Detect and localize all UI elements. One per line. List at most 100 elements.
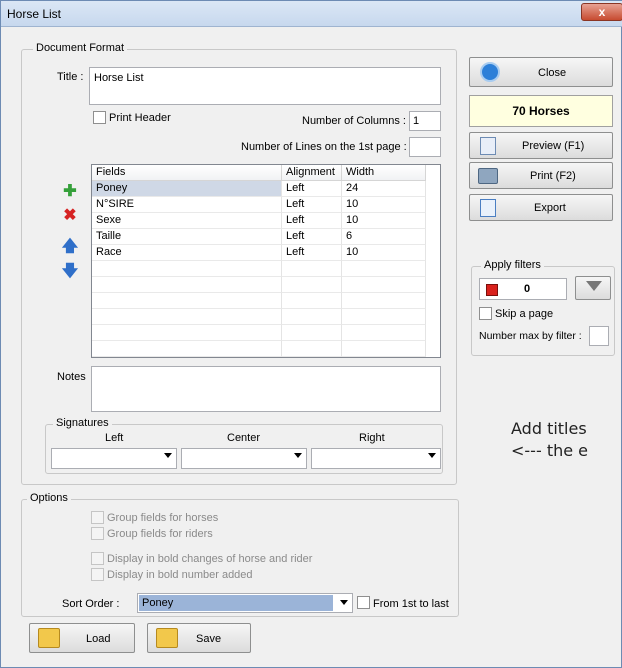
print-label: Print (F2) (530, 170, 576, 182)
grid-empty-row[interactable] (282, 325, 342, 341)
fields-grid[interactable]: Fields Alignment Width Poney Left 24 N°S… (91, 164, 441, 358)
grid-cell-alignment[interactable]: Left (282, 197, 342, 213)
grid-empty-row[interactable] (342, 341, 426, 357)
grid-cell-field[interactable]: Taille (92, 229, 282, 245)
grid-empty-row[interactable] (342, 325, 426, 341)
grid-empty-row[interactable] (342, 261, 426, 277)
grid-cell-width[interactable]: 10 (342, 245, 426, 261)
grid-header-fields[interactable]: Fields (92, 165, 282, 181)
add-field-icon[interactable]: ✚ (61, 183, 79, 201)
bold-number-label: Display in bold number added (107, 569, 253, 581)
max-by-filter-input[interactable] (589, 326, 609, 346)
print-button[interactable]: Print (F2) (469, 162, 613, 189)
horses-count-badge: 70 Horses (469, 95, 613, 127)
grid-cell-field[interactable]: Poney (92, 181, 282, 197)
funnel-icon (586, 281, 602, 291)
move-down-icon[interactable]: 🡇 (61, 263, 79, 281)
skip-page-label: Skip a page (495, 308, 554, 320)
options-legend: Options (27, 492, 71, 504)
sort-order-value: Poney (139, 595, 333, 611)
grid-empty-row[interactable] (282, 293, 342, 309)
filter-count-value: 0 (524, 283, 531, 295)
printer-icon (478, 168, 498, 184)
grid-cell-alignment[interactable]: Left (282, 181, 342, 197)
annotation-line-1: Add titles (511, 419, 587, 438)
load-button[interactable]: Load (29, 623, 135, 653)
grid-header-width[interactable]: Width (342, 165, 426, 181)
magnifier-icon (480, 137, 496, 155)
preview-button[interactable]: Preview (F1) (469, 132, 613, 159)
chevron-down-icon (428, 453, 436, 458)
grid-cell-width[interactable]: 24 (342, 181, 426, 197)
grid-empty-row[interactable] (92, 309, 282, 325)
delete-field-icon[interactable]: ✖ (61, 207, 79, 225)
from-first-label: From 1st to last (373, 598, 449, 610)
move-up-icon[interactable]: 🡅 (61, 238, 79, 256)
power-icon (480, 62, 500, 82)
grid-empty-row[interactable] (342, 309, 426, 325)
grid-cell-alignment[interactable]: Left (282, 213, 342, 229)
num-lines-input[interactable] (409, 137, 441, 157)
bold-number-checkbox[interactable] (91, 568, 104, 581)
max-by-filter-label: Number max by filter : (479, 330, 582, 342)
grid-empty-row[interactable] (282, 341, 342, 357)
num-columns-label: Number of Columns : (302, 115, 406, 127)
export-button[interactable]: Export (469, 194, 613, 221)
title-bar: Horse List x (1, 1, 622, 27)
signatures-legend: Signatures (53, 417, 112, 429)
grid-empty-row[interactable] (92, 325, 282, 341)
notes-label: Notes (57, 371, 86, 383)
bold-changes-checkbox[interactable] (91, 552, 104, 565)
grid-empty-row[interactable] (342, 293, 426, 309)
apply-filters-legend: Apply filters (481, 259, 544, 271)
filter-color-swatch (486, 284, 498, 296)
grid-cell-alignment[interactable]: Left (282, 245, 342, 261)
grid-empty-row[interactable] (92, 293, 282, 309)
grid-cell-width[interactable]: 10 (342, 197, 426, 213)
grid-cell-width[interactable]: 10 (342, 213, 426, 229)
notes-input[interactable] (91, 366, 441, 412)
group-riders-checkbox[interactable] (91, 527, 104, 540)
bold-changes-label: Display in bold changes of horse and rid… (107, 553, 313, 565)
grid-empty-row[interactable] (342, 277, 426, 293)
grid-empty-row[interactable] (282, 277, 342, 293)
window-title: Horse List (7, 7, 62, 21)
chevron-down-icon (164, 453, 172, 458)
signature-center-label: Center (227, 432, 261, 444)
title-label: Title : (57, 71, 84, 83)
signature-left-select[interactable] (51, 448, 177, 469)
from-first-checkbox[interactable] (357, 596, 370, 609)
document-format-legend: Document Format (33, 42, 128, 54)
filter-button[interactable] (575, 276, 611, 300)
close-label: Close (538, 67, 567, 79)
grid-empty-row[interactable] (282, 309, 342, 325)
sort-order-select[interactable]: Poney (137, 593, 353, 613)
title-input[interactable]: Horse List (89, 67, 441, 105)
grid-header-alignment[interactable]: Alignment (282, 165, 342, 181)
annotation-line-2: <--- the e (511, 441, 588, 460)
grid-cell-field[interactable]: Sexe (92, 213, 282, 229)
group-horses-checkbox[interactable] (91, 511, 104, 524)
print-header-checkbox[interactable] (93, 111, 106, 124)
signature-right-label: Right (359, 432, 385, 444)
grid-empty-row[interactable] (92, 341, 282, 357)
grid-empty-row[interactable] (92, 277, 282, 293)
group-riders-label: Group fields for riders (107, 528, 213, 540)
grid-empty-row[interactable] (92, 261, 282, 277)
main-window: Horse List x Document Format Title : Hor… (0, 0, 622, 668)
save-button[interactable]: Save (147, 623, 251, 653)
close-button[interactable]: Close (469, 57, 613, 87)
grid-cell-width[interactable]: 6 (342, 229, 426, 245)
grid-cell-field[interactable]: Race (92, 245, 282, 261)
signature-right-select[interactable] (311, 448, 441, 469)
save-label: Save (196, 633, 222, 645)
grid-empty-row[interactable] (282, 261, 342, 277)
preview-label: Preview (F1) (522, 140, 585, 152)
grid-cell-alignment[interactable]: Left (282, 229, 342, 245)
window-close-button[interactable]: x (581, 3, 622, 21)
skip-page-checkbox[interactable] (479, 307, 492, 320)
signature-center-select[interactable] (181, 448, 307, 469)
grid-cell-field[interactable]: N°SIRE (92, 197, 282, 213)
title-input-value: Horse List (94, 72, 144, 84)
num-columns-input[interactable]: 1 (409, 111, 441, 131)
